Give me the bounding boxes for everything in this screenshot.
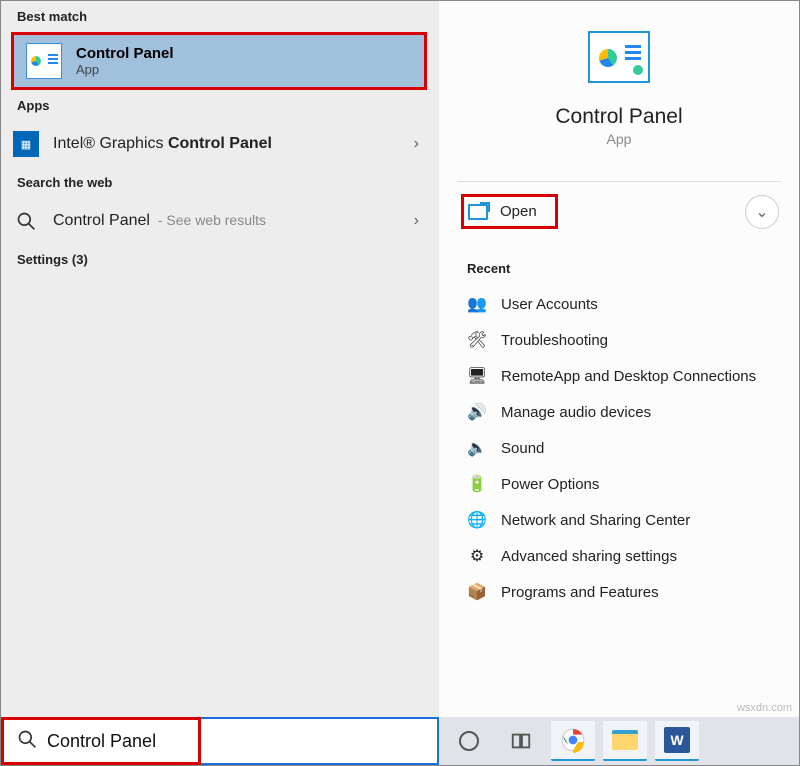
recent-item-label: Power Options [501,476,599,493]
best-match-sub: App [76,62,174,77]
preview-subtitle: App [607,131,632,147]
chevron-right-icon: › [414,135,423,153]
recent-heading: Recent [439,241,799,286]
bottom-bar: W [1,717,799,765]
preview-title: Control Panel [555,105,682,129]
best-match-heading: Best match [1,1,439,32]
open-icon [468,204,488,220]
watermark: wsxdn.com [737,702,792,714]
recent-item-network-and-sharing-center[interactable]: 🌐 Network and Sharing Center [439,502,799,538]
user-accounts-icon: 👥 [467,294,487,314]
recent-item-user-accounts[interactable]: 👥 User Accounts [439,286,799,322]
web-result-suffix: - See web results [154,212,266,228]
apps-heading: Apps [1,90,439,121]
advanced-sharing-settings-icon: ⚙ [467,546,487,566]
best-match-name: Control Panel [76,45,174,62]
app-result-intel-graphics[interactable]: ▦ Intel® Graphics Control Panel › [1,121,439,167]
search-icon [13,208,39,234]
search-results-panel: Best match Control Panel App Apps ▦ Inte… [1,1,439,717]
recent-item-label: Programs and Features [501,584,659,601]
search-icon [17,729,37,754]
recent-item-label: Manage audio devices [501,404,651,421]
app-label-prefix: Intel® Graphics [53,135,168,152]
search-input[interactable] [47,731,437,752]
programs-and-features-icon: 📦 [467,582,487,602]
network-and-sharing-center-icon: 🌐 [467,510,487,530]
settings-heading[interactable]: Settings (3) [1,244,439,275]
power-options-icon: 🔋 [467,474,487,494]
recent-item-label: RemoteApp and Desktop Connections [501,368,756,385]
recent-item-advanced-sharing-settings[interactable]: ⚙ Advanced sharing settings [439,538,799,574]
troubleshooting-icon: 🛠 [467,330,487,350]
web-result[interactable]: Control Panel - See web results › [1,198,439,244]
control-panel-large-icon [588,31,650,83]
recent-item-label: Troubleshooting [501,332,608,349]
chrome-icon[interactable] [551,721,595,761]
preview-panel: Control Panel App Open ⌄ Recent 👥 User Ac… [439,1,799,717]
chevron-down-icon: ⌄ [755,202,768,222]
recent-list: 👥 User Accounts 🛠 Troubleshooting 🖥 RemoteApp… [439,286,799,610]
word-icon[interactable]: W [655,721,699,761]
recent-item-sound[interactable]: 🔈 Sound [439,430,799,466]
manage-audio-devices-icon: 🔊 [467,402,487,422]
taskview-icon[interactable] [499,721,543,761]
open-label: Open [500,203,537,220]
web-result-name: Control Panel [53,212,150,229]
remoteapp-and-desktop-connections-icon: 🖥 [467,366,487,386]
control-panel-icon [26,43,62,79]
best-match-result[interactable]: Control Panel App [11,32,427,90]
taskbar: W [439,717,799,765]
open-action[interactable]: Open [461,194,558,229]
file-explorer-icon[interactable] [603,721,647,761]
sound-icon: 🔈 [467,438,487,458]
recent-item-label: Network and Sharing Center [501,512,690,529]
recent-item-remoteapp-and-desktop-connections[interactable]: 🖥 RemoteApp and Desktop Connections [439,358,799,394]
recent-item-label: Advanced sharing settings [501,548,677,565]
chevron-right-icon: › [414,212,423,230]
search-web-heading: Search the web [1,167,439,198]
recent-item-programs-and-features[interactable]: 📦 Programs and Features [439,574,799,610]
app-label-bold: Control Panel [168,135,272,152]
cortana-icon[interactable] [447,721,491,761]
recent-item-manage-audio-devices[interactable]: 🔊 Manage audio devices [439,394,799,430]
recent-item-label: User Accounts [501,296,598,313]
search-box[interactable] [1,717,439,765]
expand-toggle[interactable]: ⌄ [745,195,779,229]
recent-item-power-options[interactable]: 🔋 Power Options [439,466,799,502]
recent-item-troubleshooting[interactable]: 🛠 Troubleshooting [439,322,799,358]
recent-item-label: Sound [501,440,544,457]
intel-icon: ▦ [13,131,39,157]
